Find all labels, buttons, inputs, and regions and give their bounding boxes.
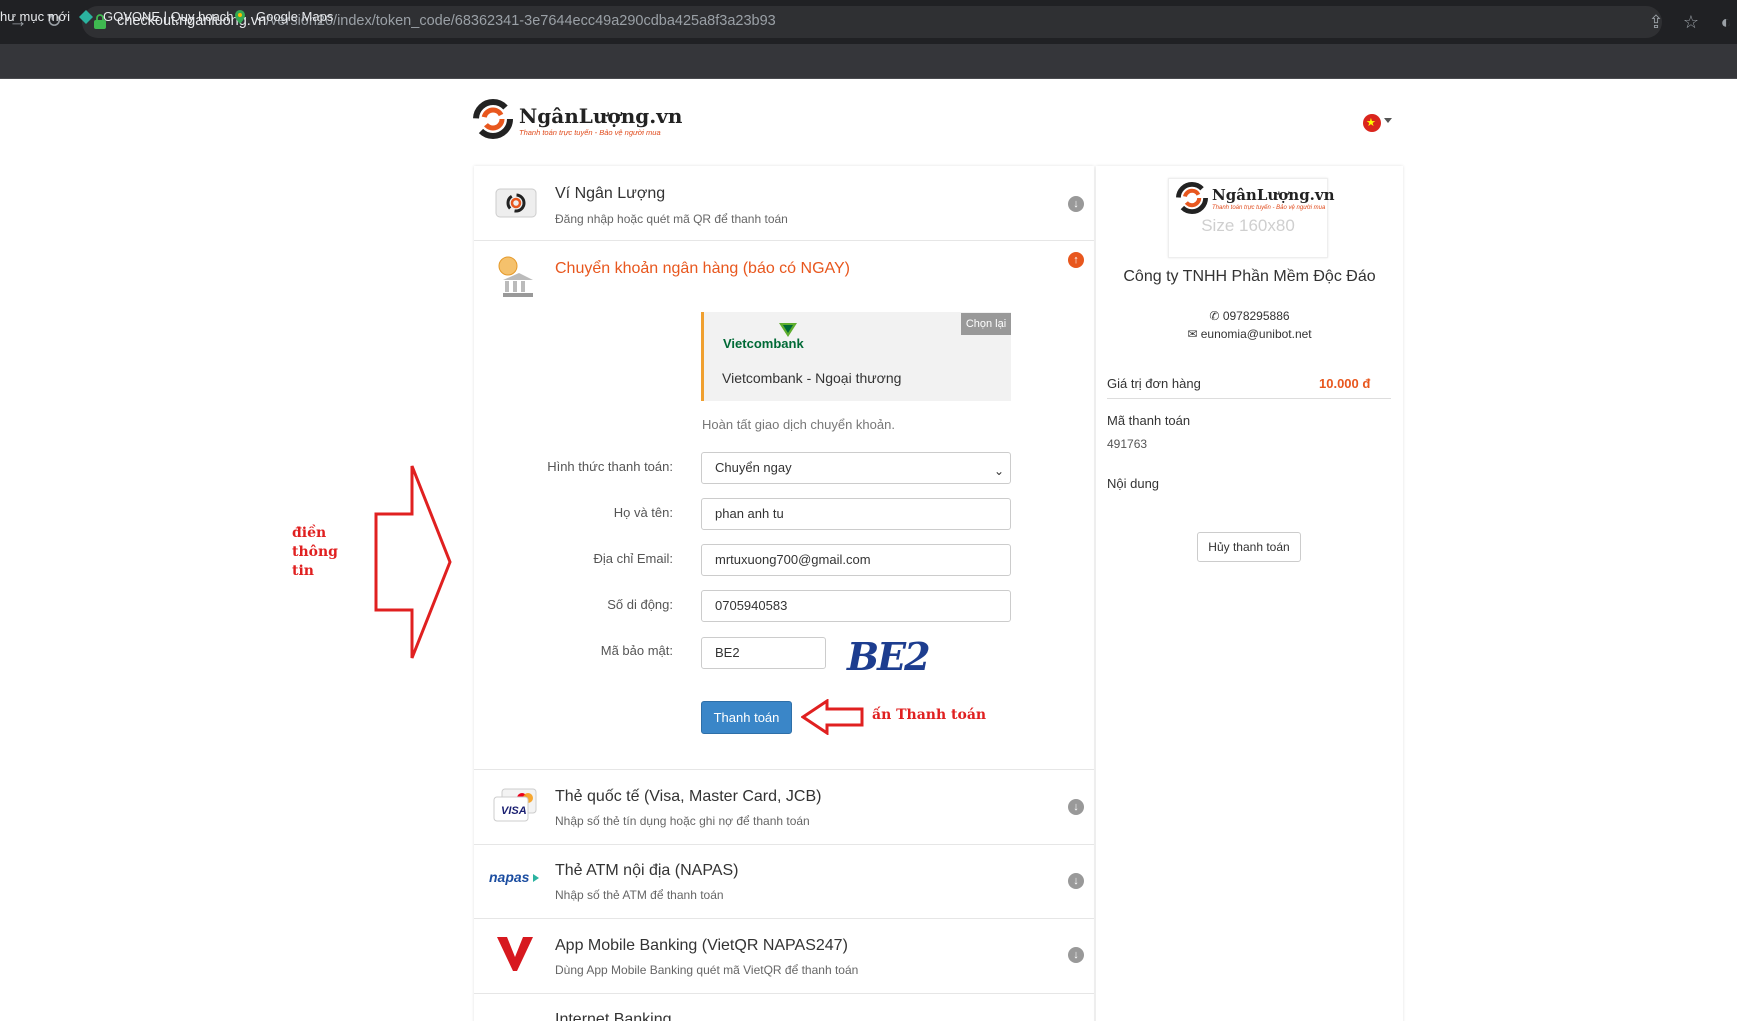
star-icon[interactable]: ☆ — [1681, 12, 1701, 32]
method-desc: Đăng nhập hoặc quét mã QR để thanh toán — [555, 212, 788, 226]
method-title[interactable]: Thẻ quốc tế (Visa, Master Card, JCB) — [555, 788, 821, 806]
chevron-down-icon[interactable]: ↓ — [1068, 947, 1084, 963]
name-input[interactable]: phan anh tu — [701, 498, 1011, 530]
name-label: Họ và tên: — [613, 505, 673, 520]
visa-card-icon: VISA — [493, 788, 537, 822]
logo-size-placeholder: Size 160x80 — [1201, 216, 1295, 235]
payment-code: 491763 — [1107, 437, 1148, 451]
bank-building-icon — [498, 256, 533, 297]
submit-payment-button[interactable]: Thanh toán — [701, 701, 792, 734]
vietcombank-logo-text: Vietcombank — [723, 336, 804, 351]
bookmarks-bar — [0, 44, 1737, 79]
vietqr-logo-icon — [497, 937, 533, 971]
svg-text:VISA: VISA — [501, 805, 527, 817]
chevron-up-icon[interactable]: ↑ — [1068, 252, 1084, 268]
annotation-press-pay: ấn Thanh toán — [872, 707, 987, 723]
share-icon[interactable]: ⇪ — [1646, 12, 1666, 32]
method-title[interactable]: App Mobile Banking (VietQR NAPAS247) — [555, 937, 848, 955]
method-wallet[interactable] — [474, 166, 1094, 241]
method-atm-napas[interactable] — [474, 845, 1094, 919]
payment-code-label: Mã thanh toán — [1107, 413, 1191, 428]
phone-input[interactable]: 0705940583 — [701, 590, 1011, 622]
chevron-down-icon: ⌄ — [994, 464, 1005, 478]
envelope-icon: ✉ — [1187, 327, 1201, 341]
language-caret-icon[interactable] — [1384, 118, 1392, 123]
wallet-icon — [495, 188, 537, 218]
svg-text:napas: napas — [489, 869, 530, 885]
method-desc: Nhập số thẻ ATM để thanh toán — [555, 888, 724, 902]
payment-type-select[interactable]: Chuyển ngay — [701, 452, 1011, 484]
merchant-logo-icon — [1176, 182, 1208, 214]
phone-label: Số di động: — [607, 597, 673, 612]
method-desc: Dùng App Mobile Banking quét mã VietQR đ… — [555, 963, 859, 977]
annotation-big-arrow — [374, 465, 452, 659]
bookmark-folder[interactable]: hư mục mới — [0, 9, 70, 24]
flag-star-icon: ★ — [1366, 117, 1376, 129]
method-title[interactable]: Ví Ngân Lượng — [555, 185, 665, 203]
method-intl-card[interactable] — [474, 770, 1094, 845]
govone-icon — [79, 10, 93, 24]
merchant-company-name: Công ty TNHH Phần Mềm Độc Đáo — [1123, 268, 1376, 285]
bookmark-google-maps[interactable]: Google Maps — [256, 9, 333, 24]
extension-icon[interactable]: ◐ — [1716, 12, 1736, 32]
napas-logo-icon: napas — [489, 869, 539, 885]
reselect-bank-button[interactable]: Chọn lại — [961, 313, 1011, 335]
captcha-input[interactable]: BE2 — [701, 637, 826, 669]
method-title[interactable]: Thẻ ATM nội địa (NAPAS) — [555, 862, 738, 880]
phone-icon: ✆ — [1209, 309, 1223, 323]
annotation-small-arrow — [801, 699, 864, 735]
captcha-image: BE2 — [847, 634, 931, 679]
transfer-note: Hoàn tất giao dịch chuyển khoản. — [702, 417, 895, 432]
chevron-down-icon[interactable]: ↓ — [1068, 196, 1084, 212]
bookmark-govone[interactable]: GOVONE | Quy hoạch — [103, 9, 234, 24]
payment-type-label: Hình thức thanh toán: — [547, 459, 673, 474]
merchant-logo-text: NgânLượng.vn — [1212, 186, 1335, 204]
logo-text[interactable]: NgânLượng.vn — [519, 104, 682, 128]
chevron-down-icon[interactable]: ↓ — [1068, 873, 1084, 889]
captcha-label: Mã bảo mật: — [600, 643, 673, 658]
logo-tagline: Thanh toán trực tuyến - Bảo vệ người mua — [519, 128, 661, 137]
email-input[interactable]: mrtuxuong700@gmail.com — [701, 544, 1011, 576]
bank-name: Vietcombank - Ngoại thương — [722, 370, 902, 386]
chevron-down-icon[interactable]: ↓ — [1068, 799, 1084, 815]
cancel-payment-button[interactable]: Hủy thanh toán — [1197, 532, 1301, 562]
content-label: Nội dung — [1107, 476, 1160, 491]
method-title[interactable]: Internet Banking — [555, 1011, 672, 1021]
annotation-fill-info: điền thông tin — [292, 525, 338, 579]
order-summary-panel — [1096, 166, 1403, 1021]
merchant-logo-tagline: Thanh toán trực tuyến - Bảo vệ người mua — [1212, 205, 1326, 211]
order-amount: 10.000 đ — [1319, 376, 1371, 391]
merchant-phone: ✆ 0978295886 — [1209, 309, 1290, 323]
maps-pin-icon — [235, 10, 245, 24]
order-value-label: Giá trị đơn hàng — [1107, 376, 1201, 391]
email-label: Địa chỉ Email: — [593, 551, 673, 566]
method-desc: Nhập số thẻ tín dụng hoặc ghi nợ để than… — [555, 814, 810, 828]
divider — [1107, 398, 1391, 399]
method-mobile-banking[interactable] — [474, 919, 1094, 994]
nganluong-logo-icon[interactable] — [473, 99, 513, 139]
method-title-active[interactable]: Chuyển khoản ngân hàng (báo có NGAY) — [555, 260, 850, 278]
merchant-email: ✉ eunomia@unibot.net — [1187, 327, 1312, 341]
